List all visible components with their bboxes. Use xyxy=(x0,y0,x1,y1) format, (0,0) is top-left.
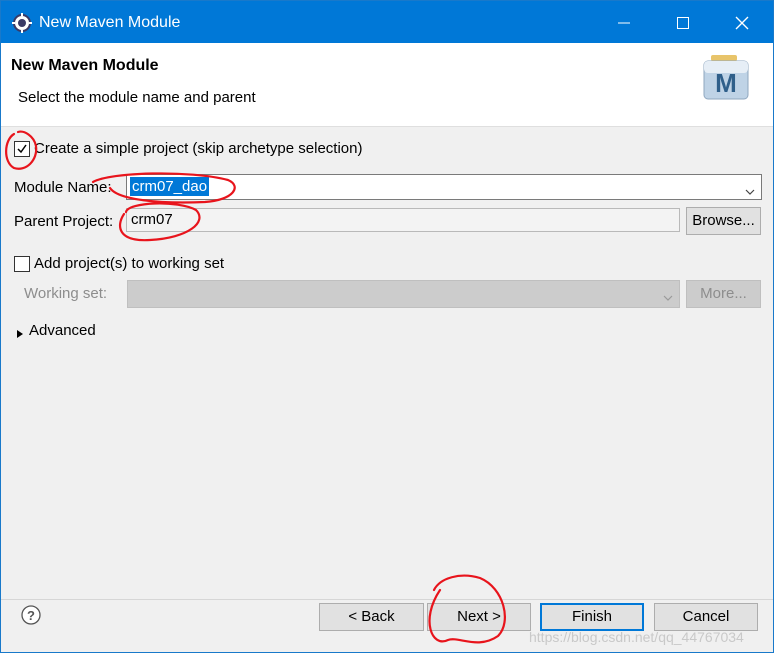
finish-button[interactable]: Finish xyxy=(540,603,644,631)
title-bar[interactable]: New Maven Module xyxy=(1,1,773,43)
window-title: New Maven Module xyxy=(39,14,181,31)
simple-project-checkbox[interactable] xyxy=(14,141,30,157)
parent-project-label: Parent Project: xyxy=(14,213,114,230)
maven-logo-letter: M xyxy=(715,68,737,98)
working-set-combo[interactable] xyxy=(127,280,680,308)
back-button[interactable]: < Back xyxy=(319,603,424,631)
expand-triangle-icon[interactable] xyxy=(16,326,24,343)
working-set-label: Working set: xyxy=(24,285,108,302)
wizard-title: New Maven Module xyxy=(11,57,159,74)
watermark-text: https://blog.csdn.net/qq_44767034 xyxy=(529,629,744,645)
add-working-set-label[interactable]: Add project(s) to working set xyxy=(34,255,224,272)
parent-project-field[interactable]: crm07 xyxy=(126,208,680,232)
close-button[interactable] xyxy=(728,9,756,37)
eclipse-gear-icon xyxy=(12,13,32,33)
more-button[interactable]: More... xyxy=(686,280,761,308)
svg-text:?: ? xyxy=(27,608,35,623)
help-icon[interactable]: ? xyxy=(21,605,41,625)
module-name-combo[interactable]: crm07_dao xyxy=(126,174,762,200)
footer-divider xyxy=(1,599,773,600)
module-name-label: Module Name: xyxy=(14,179,112,196)
dialog-window: New Maven Module New Maven Module Select… xyxy=(0,0,774,653)
advanced-section-toggle[interactable]: Advanced xyxy=(29,322,96,339)
cancel-button[interactable]: Cancel xyxy=(654,603,758,631)
simple-project-label[interactable]: Create a simple project (skip archetype … xyxy=(34,140,362,157)
minimize-button[interactable] xyxy=(610,9,638,37)
add-working-set-checkbox[interactable] xyxy=(14,256,30,272)
next-button[interactable]: Next > xyxy=(427,603,531,631)
chevron-down-icon xyxy=(663,289,673,306)
browse-button[interactable]: Browse... xyxy=(686,207,761,235)
parent-project-value: crm07 xyxy=(131,211,173,228)
maximize-button[interactable] xyxy=(669,9,697,37)
chevron-down-icon[interactable] xyxy=(745,183,755,200)
wizard-subtitle: Select the module name and parent xyxy=(18,89,256,106)
maven-logo-icon: M xyxy=(701,53,753,101)
wizard-header: New Maven Module Select the module name … xyxy=(1,43,773,127)
module-name-value[interactable]: crm07_dao xyxy=(130,177,210,196)
